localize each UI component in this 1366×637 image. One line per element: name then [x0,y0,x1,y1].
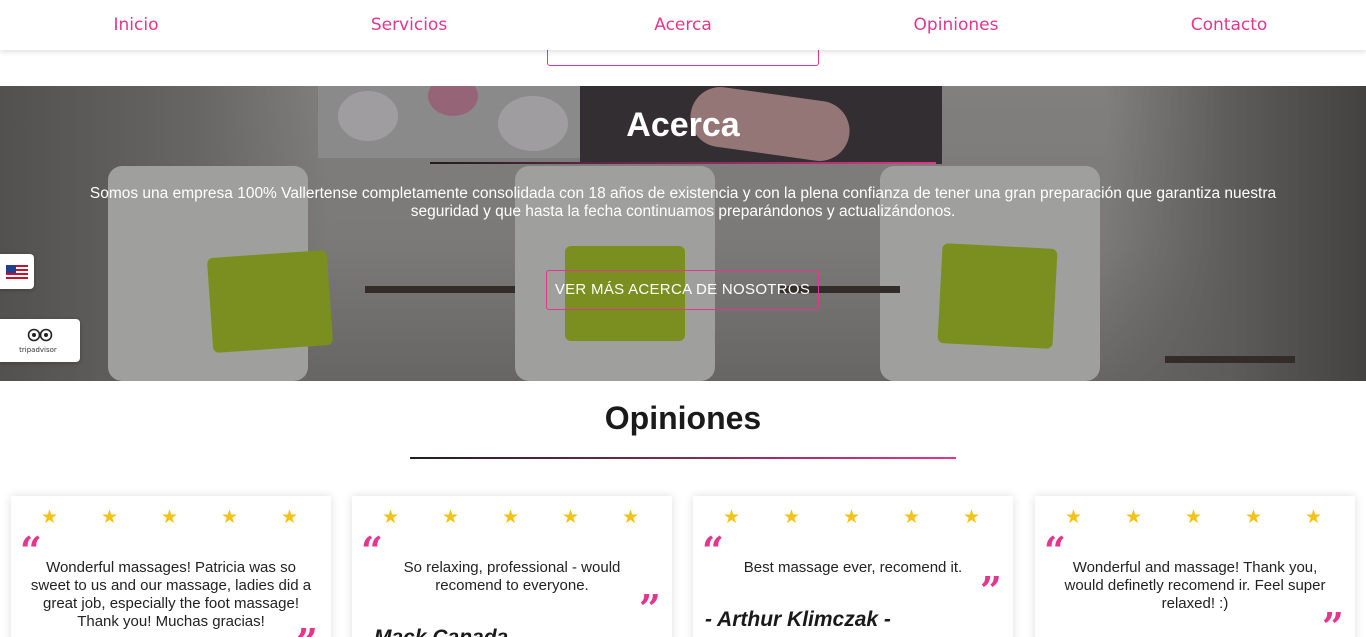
about-more-button[interactable]: VER MÁS ACERCA DE NOSOTROS [546,270,819,310]
review-card: ★ ★ ★ ★ ★ “ Wonderful and massage! Thank… [1035,496,1355,637]
star-icon: ★ [221,506,239,528]
nav-link-acerca[interactable]: Acerca [654,15,712,35]
review-author: Mack Canada [374,626,508,637]
review-text: Best massage ever, recomend it. [743,559,963,576]
opinions-title-underline [410,457,956,459]
star-icon: ★ [622,506,640,528]
top-navbar: Inicio Servicios Acerca Opiniones Contac… [0,0,1366,50]
star-icon: ★ [783,506,801,528]
star-icon: ★ [1185,506,1203,528]
review-card: ★ ★ ★ ★ ★ “ So relaxing, professional - … [352,496,672,637]
star-icon: ★ [562,506,580,528]
about-title-underline [430,162,936,164]
star-icon: ★ [502,506,520,528]
star-icon: ★ [963,506,981,528]
review-text: Wonderful and massage! Thank you, would … [1064,559,1326,612]
star-icon: ★ [281,506,299,528]
star-icon: ★ [723,506,741,528]
star-icon: ★ [1125,506,1143,528]
close-quote-icon: ” [296,624,318,637]
tripadvisor-badge[interactable]: tripadvisor [0,319,80,362]
close-quote-icon: ” [1322,604,1344,637]
star-icon: ★ [1305,506,1323,528]
star-icon: ★ [903,506,921,528]
nav-link-opiniones[interactable]: Opiniones [914,15,999,35]
review-text: Wonderful massages! Patricia was so swee… [30,559,312,630]
star-icon: ★ [442,506,460,528]
review-author: - Arthur Klimczak - [705,608,891,631]
nav-link-inicio[interactable]: Inicio [114,15,159,35]
tripadvisor-owl-icon [27,328,53,342]
star-icon: ★ [101,506,119,528]
star-icon: ★ [1245,506,1263,528]
language-switch-button[interactable] [0,254,34,289]
star-icon: ★ [1065,506,1083,528]
about-section: Acerca Somos una empresa 100% Vallertens… [0,86,1366,381]
star-icon: ★ [843,506,861,528]
about-description: Somos una empresa 100% Vallertense compl… [89,185,1277,220]
us-flag-icon [6,265,28,279]
close-quote-icon: ” [980,568,1002,613]
review-text: So relaxing, professional - would recome… [403,559,621,594]
review-card: ★ ★ ★ ★ ★ “ Wonderful massages! Patricia… [11,496,331,637]
star-icon: ★ [382,506,400,528]
close-quote-icon: ” [639,586,661,631]
review-card: ★ ★ ★ ★ ★ “ Best massage ever, recomend … [693,496,1013,637]
nav-link-servicios[interactable]: Servicios [371,15,447,35]
nav-link-contacto[interactable]: Contacto [1191,15,1268,35]
about-title: Acerca [626,106,740,144]
tripadvisor-label: tripadvisor [19,346,57,354]
opinions-title: Opiniones [604,400,762,436]
star-icon: ★ [41,506,59,528]
star-icon: ★ [161,506,179,528]
